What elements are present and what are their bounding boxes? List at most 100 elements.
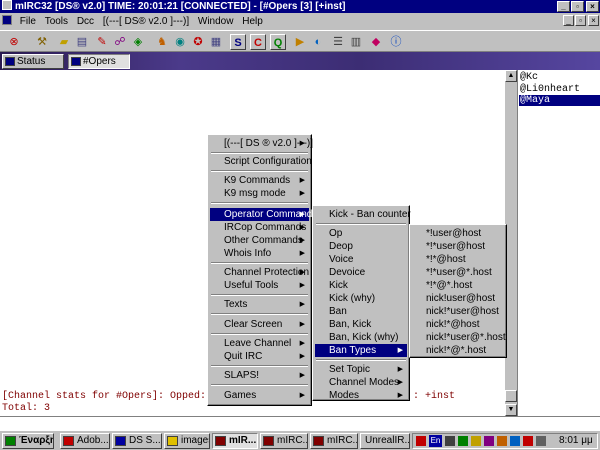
menu-file[interactable]: File [17, 13, 39, 30]
menu-item-ban-type[interactable]: nick!user@host [412, 292, 504, 305]
tray-display-icon[interactable] [445, 436, 455, 446]
tray-volume-icon[interactable] [471, 436, 481, 446]
menu-item-whois-info[interactable]: Whois Info ▶ [210, 247, 309, 260]
menu-item-devoice[interactable]: Devoice [315, 266, 407, 279]
menu-item-useful-tools[interactable]: Useful Tools ▶ [210, 279, 309, 292]
menu-item-modes[interactable]: Modes ▶ [315, 389, 407, 402]
menu-item-deop[interactable]: Deop [315, 240, 407, 253]
menu-item-ircop-commands[interactable]: IRCop Commands ▶ [210, 221, 309, 234]
menu-item-ban-type[interactable]: *!*user@host [412, 240, 504, 253]
menu-item-ban-kick-why[interactable]: Ban, Kick (why) [315, 331, 407, 344]
tab-status[interactable]: Status [2, 54, 64, 69]
channel-window-icon[interactable]: C [250, 34, 266, 50]
menu-item-ban-type[interactable]: nick!*@*.host [412, 344, 504, 357]
menu-item-channel-protection[interactable]: Channel Protection ▶ [210, 266, 309, 279]
menu-item-ban-type[interactable]: nick!*user@host [412, 305, 504, 318]
channel-window-icon[interactable] [2, 15, 12, 25]
url-list-icon[interactable]: ▦ [208, 34, 224, 50]
menu-item-other-commands[interactable]: Other Commands ▶ [210, 234, 309, 247]
mdi-close-button[interactable]: × [588, 15, 599, 26]
taskbar-item-adobe[interactable]: Adob... [60, 433, 110, 449]
menu-dcc[interactable]: Dcc [74, 13, 97, 30]
scripts-icon[interactable]: ✎ [94, 34, 110, 50]
menu-item-ds-title[interactable]: [(---[ DS ® v2.0 ]---)] ▶ [210, 137, 313, 150]
tray-app-icon[interactable] [536, 436, 546, 446]
menu-item-ban-type[interactable]: nick!*user@*.host [412, 331, 506, 344]
menu-item-op[interactable]: Op [315, 227, 407, 240]
start-button[interactable]: Έναρξη [2, 433, 54, 449]
menu-item-kick[interactable]: Kick [315, 279, 407, 292]
status-window-icon[interactable]: S [230, 34, 246, 50]
taskbar-item-ds[interactable]: DS S... [112, 433, 162, 449]
scroll-up-button[interactable]: ▲ [505, 70, 517, 82]
menu-item-games[interactable]: Games ▶ [210, 389, 309, 402]
menu-item-kick-why[interactable]: Kick (why) [315, 292, 407, 305]
menu-item-ban-types[interactable]: Ban Types ▶ [315, 344, 407, 357]
list-channels-icon[interactable]: ▤ [74, 34, 90, 50]
tray-app-icon[interactable] [484, 436, 494, 446]
notify-icon[interactable]: ◈ [130, 34, 146, 50]
menu-item-leave-channel[interactable]: Leave Channel ▶ [210, 337, 309, 350]
dcc-options-icon[interactable]: ✪ [190, 34, 206, 50]
about-icon[interactable]: ⓘ [388, 34, 404, 50]
menu-item-k9-commands[interactable]: K9 Commands ▶ [210, 174, 309, 187]
menu-item-k9-msg-mode[interactable]: K9 msg mode ▶ [210, 187, 309, 200]
menu-item-ban-type[interactable]: nick!*@host [412, 318, 504, 331]
address-book-icon[interactable]: ☍ [112, 34, 128, 50]
language-indicator[interactable]: En [429, 435, 442, 447]
menu-item-voice[interactable]: Voice [315, 253, 407, 266]
menu-item-kick-ban-counter[interactable]: Kick - Ban counter [315, 208, 411, 221]
tray-app-icon[interactable] [497, 436, 507, 446]
browser-icon[interactable]: ◐ [310, 34, 326, 50]
menu-item-channel-modes[interactable]: Channel Modes ▶ [315, 376, 407, 389]
options-icon[interactable]: ⚒ [34, 34, 50, 50]
clock[interactable]: 8:01 μμ [559, 434, 593, 448]
scroll-thumb[interactable] [505, 390, 517, 402]
tile-icon[interactable]: ▶ [292, 34, 308, 50]
tab-opers[interactable]: #Opers [68, 54, 130, 69]
menu-item-ban-type[interactable]: *!user@host [412, 227, 504, 240]
dcc-chat-icon[interactable]: ◉ [172, 34, 188, 50]
tray-app-icon[interactable] [523, 436, 533, 446]
nick-item[interactable]: @Kc [520, 72, 538, 83]
menu-item-set-topic[interactable]: Set Topic ▶ [315, 363, 407, 376]
help-book-icon[interactable]: ◆ [368, 34, 384, 50]
menu-item-operator-commands[interactable]: Operator Commands ▶ [210, 208, 317, 221]
menu-help[interactable]: Help [239, 13, 266, 30]
taskbar-item-images[interactable]: images [164, 433, 210, 449]
menu-item-ban[interactable]: Ban [315, 305, 407, 318]
tray-antivirus-icon[interactable] [416, 436, 426, 446]
taskbar-item-mirc[interactable]: mIRC... [310, 433, 358, 449]
tile-windows-icon[interactable]: ▥ [348, 34, 364, 50]
cascade-icon[interactable]: ☰ [330, 34, 346, 50]
menu-tools[interactable]: Tools [42, 13, 71, 30]
dcc-send-icon[interactable]: ♞ [154, 34, 170, 50]
mdi-restore-button[interactable]: ▫ [575, 15, 586, 26]
close-button[interactable]: × [586, 1, 599, 12]
nick-item-selected[interactable]: @Maya [519, 95, 600, 106]
disconnect-icon[interactable]: ⊗ [6, 34, 22, 50]
menu-item-texts[interactable]: Texts ▶ [210, 298, 309, 311]
message-input[interactable] [0, 416, 600, 430]
scroll-down-button[interactable]: ▼ [505, 404, 517, 416]
menu-item-ban-type[interactable]: *!*user@*.host [412, 266, 504, 279]
menu-ds-script[interactable]: [(---[ DS® v2.0 ]---)] [100, 13, 192, 30]
menu-item-ban-kick[interactable]: Ban, Kick [315, 318, 407, 331]
menu-item-quit-irc[interactable]: Quit IRC ▶ [210, 350, 309, 363]
taskbar-item-mirc-active[interactable]: mIR... [212, 433, 258, 449]
mirc-app-icon[interactable] [2, 0, 12, 10]
nick-item[interactable]: @Li0nheart [520, 84, 580, 95]
taskbar-item-unrealircd[interactable]: UnrealIR... [360, 433, 410, 449]
minimize-button[interactable]: _ [557, 1, 570, 12]
title-bar[interactable]: mIRC32 [DS® v2.0] TIME: 20:01:21 [CONNEC… [0, 0, 600, 13]
tray-app-icon[interactable] [510, 436, 520, 446]
menu-window[interactable]: Window [195, 13, 237, 30]
menu-item-clear-screen[interactable]: Clear Screen ▶ [210, 318, 309, 331]
menu-item-ban-type[interactable]: *!*@host [412, 253, 504, 266]
tray-network-icon[interactable] [458, 436, 468, 446]
menu-item-ban-type[interactable]: *!*@*.host [412, 279, 504, 292]
folder-icon[interactable]: ▰ [56, 34, 72, 50]
taskbar-item-mirc[interactable]: mIRC... [260, 433, 308, 449]
mdi-minimize-button[interactable]: _ [563, 15, 574, 26]
restore-button[interactable]: ▫ [571, 1, 584, 12]
